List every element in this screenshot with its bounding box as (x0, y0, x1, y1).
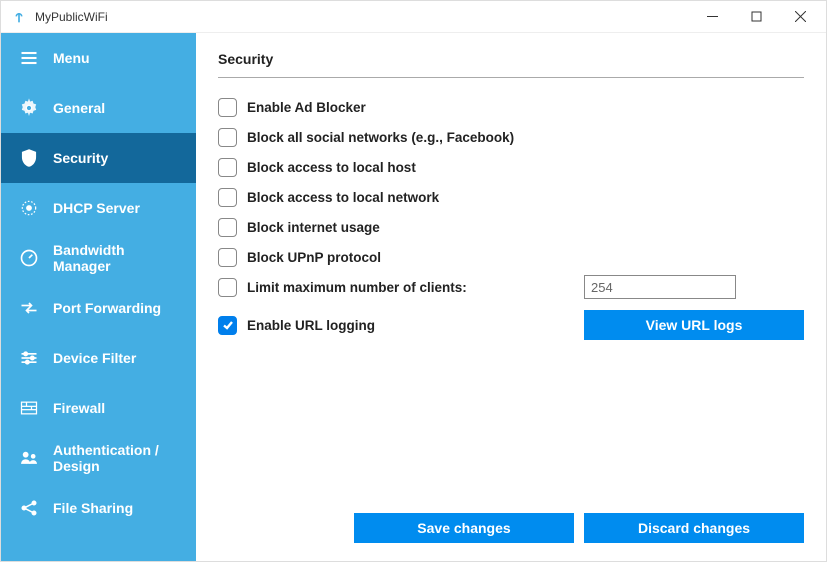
url-logging-checkbox[interactable] (218, 316, 237, 335)
dhcp-icon (19, 198, 39, 218)
option-row: Block internet usage (218, 212, 804, 242)
option-row: Enable Ad Blocker (218, 92, 804, 122)
share-icon (19, 498, 39, 518)
sidebar-item-label: Firewall (53, 400, 105, 416)
sidebar-item-label: Bandwidth Manager (53, 242, 178, 274)
sidebar-item-authentication-design[interactable]: Authentication / Design (1, 433, 196, 483)
sidebar-item-label: Device Filter (53, 350, 136, 366)
sidebar-item-general[interactable]: General (1, 83, 196, 133)
option-label: Block internet usage (247, 220, 380, 235)
option-checkbox[interactable] (218, 98, 237, 117)
auth-icon (19, 448, 39, 468)
sidebar: Menu General Security DHCP Server Bandwidth … (1, 33, 196, 561)
option-row: Block access to local network (218, 182, 804, 212)
footer-buttons: Save changes Discard changes (218, 513, 804, 543)
option-label: Enable Ad Blocker (247, 100, 366, 115)
sidebar-item-firewall[interactable]: Firewall (1, 383, 196, 433)
limit-clients-row: Limit maximum number of clients: (218, 272, 804, 302)
sidebar-item-label: Security (53, 150, 108, 166)
app-window: MyPublicWiFi Menu General Security DHCP Ser… (0, 0, 827, 562)
sidebar-item-label: General (53, 100, 105, 116)
window-controls (690, 2, 822, 32)
option-row: Block access to local host (218, 152, 804, 182)
option-row: Block all social networks (e.g., Faceboo… (218, 122, 804, 152)
option-checkbox[interactable] (218, 158, 237, 177)
option-checkbox[interactable] (218, 218, 237, 237)
option-label: Block all social networks (e.g., Faceboo… (247, 130, 514, 145)
option-checkbox[interactable] (218, 248, 237, 267)
sidebar-item-dhcp-server[interactable]: DHCP Server (1, 183, 196, 233)
option-checkbox[interactable] (218, 188, 237, 207)
url-logging-label: Enable URL logging (247, 318, 375, 333)
menu-icon (19, 48, 39, 68)
sidebar-item-file-sharing[interactable]: File Sharing (1, 483, 196, 533)
discard-button[interactable]: Discard changes (584, 513, 804, 543)
main-panel: Security Enable Ad Blocker Block all soci… (196, 33, 826, 561)
sidebar-item-label: Port Forwarding (53, 300, 161, 316)
limit-clients-checkbox[interactable] (218, 278, 237, 297)
options-list: Enable Ad Blocker Block all social networ… (218, 92, 804, 272)
sidebar-item-menu[interactable]: Menu (1, 33, 196, 83)
view-url-logs-button[interactable]: View URL logs (584, 310, 804, 340)
titlebar: MyPublicWiFi (1, 1, 826, 33)
minimize-button[interactable] (690, 2, 734, 32)
option-label: Block UPnP protocol (247, 250, 381, 265)
sidebar-item-security[interactable]: Security (1, 133, 196, 183)
filter-icon (19, 348, 39, 368)
sidebar-item-label: Authentication / Design (53, 442, 178, 474)
firewall-icon (19, 398, 39, 418)
option-row: Block UPnP protocol (218, 242, 804, 272)
wifi-icon (11, 9, 27, 25)
option-label: Block access to local host (247, 160, 416, 175)
sidebar-item-bandwidth-manager[interactable]: Bandwidth Manager (1, 233, 196, 283)
close-button[interactable] (778, 2, 822, 32)
port-icon (19, 298, 39, 318)
sidebar-item-port-forwarding[interactable]: Port Forwarding (1, 283, 196, 333)
option-label: Block access to local network (247, 190, 439, 205)
save-button[interactable]: Save changes (354, 513, 574, 543)
section-title: Security (218, 51, 804, 78)
url-logging-row: Enable URL logging View URL logs (218, 310, 804, 340)
sidebar-item-label: DHCP Server (53, 200, 140, 216)
gear-icon (19, 98, 39, 118)
limit-clients-label: Limit maximum number of clients: (247, 280, 467, 295)
app-title: MyPublicWiFi (35, 10, 690, 24)
gauge-icon (19, 248, 39, 268)
maximize-button[interactable] (734, 2, 778, 32)
sidebar-item-label: File Sharing (53, 500, 133, 516)
sidebar-item-label: Menu (53, 50, 90, 66)
sidebar-item-device-filter[interactable]: Device Filter (1, 333, 196, 383)
option-checkbox[interactable] (218, 128, 237, 147)
shield-icon (19, 148, 39, 168)
limit-clients-input[interactable] (584, 275, 736, 299)
